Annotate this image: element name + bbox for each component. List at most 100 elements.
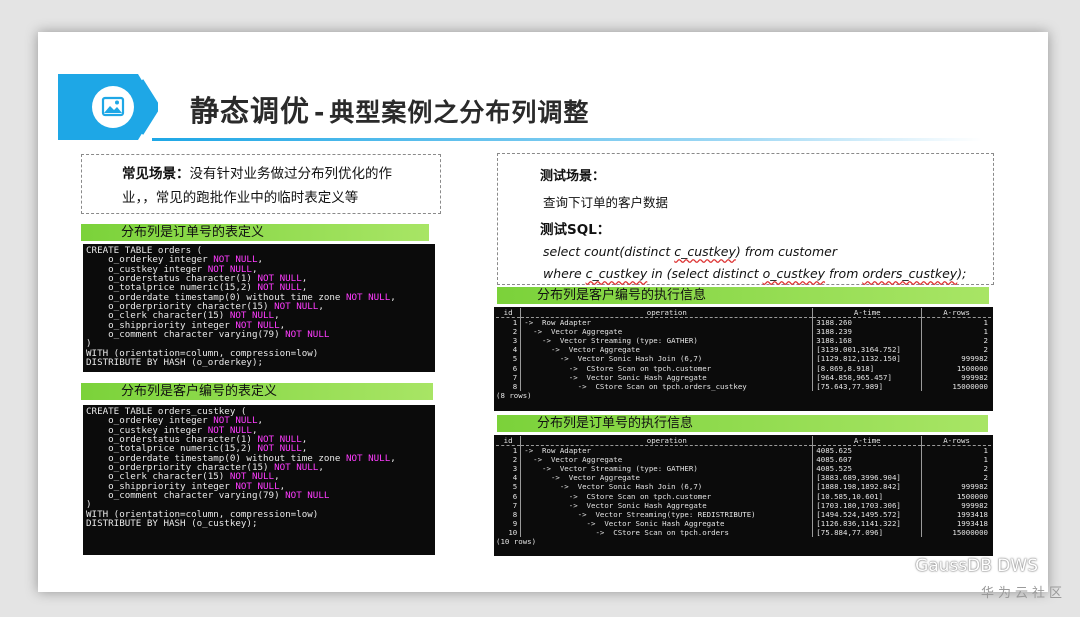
plan-cell: 999982: [921, 354, 991, 364]
plan-row: 7 -> Vector Sonic Hash Aggregate [964.858…: [496, 372, 991, 382]
plan-cell: 3: [512, 336, 518, 346]
plan-cell: -> Vector Sonic Hash Join (6,7): [520, 354, 813, 364]
plan-cell: [1888.198,1892.842]: [812, 482, 922, 492]
plan-cell: 6: [512, 363, 518, 373]
plan-cell: -> Vector Sonic Hash Aggregate: [520, 500, 813, 510]
plan-cell: -> Vector Sonic Hash Aggregate: [520, 372, 813, 382]
plan-row-count: (10 rows): [496, 537, 537, 547]
plan-header-row: id operation A-time A-rows: [496, 436, 991, 447]
scenario-text-1: 没有针对业务做过分布列优化的作: [189, 166, 393, 182]
ddl-line: DISTRIBUTE BY HASH (o_custkey);: [86, 518, 258, 530]
plan-row: 5 -> Vector Sonic Hash Join (6,7) [1888.1…: [496, 482, 991, 492]
plan-cell: [8.869,8.918]: [812, 363, 922, 373]
plan-column-header: id: [496, 436, 521, 447]
plan-row-count: (8 rows): [496, 390, 532, 400]
plan-cell: [10.585,10.601]: [812, 491, 922, 501]
plan-row: 7 -> Vector Sonic Hash Aggregate [1703.18…: [496, 500, 991, 510]
title-main: 静态调优: [190, 94, 311, 128]
plan-cell: -> Vector Sonic Hash Aggregate: [520, 518, 813, 528]
ddl-line: o_comment character varying(79) NOT NULL: [86, 329, 330, 341]
plan-cell: -> Vector Aggregate: [520, 455, 813, 465]
section-plan-orderkey: 分布列是订单号的执行信息: [497, 415, 988, 432]
plan-cell: 1: [921, 317, 991, 328]
plan-cell: [75.884,77.096]: [812, 527, 922, 538]
plan-cell: 9: [512, 518, 518, 528]
plan-cell: -> Vector Sonic Hash Join (6,7): [520, 482, 813, 492]
test-sql-line-1: select count(distinct c_custkey) from cu…: [543, 244, 837, 259]
plan-cell: 3188.239: [812, 327, 922, 337]
plan-row: 4 -> Vector Aggregate [3883.689,3996.904]…: [496, 473, 991, 483]
plan-table: id operation A-time A-rows 1 -> Row Adapter 40…: [496, 436, 991, 538]
plan-cell: 1500000: [921, 363, 991, 373]
plan-cell: 8: [512, 509, 518, 519]
plan-cell: 1: [921, 445, 991, 456]
plan-cell: [3883.689,3996.904]: [812, 473, 922, 483]
plan-row: 4 -> Vector Aggregate [3139.001,3164.752]…: [496, 345, 991, 355]
plan-column-header: id: [496, 308, 521, 319]
plan-column-header: operation: [520, 308, 813, 319]
plan-row: 10 -> CStore Scan on tpch.orders [75.884,…: [496, 527, 991, 538]
plan-cell: 10: [508, 527, 518, 537]
plan-cell: 7: [512, 372, 518, 382]
plan-row: 8 -> CStore Scan on tpch.orders_custkey[…: [496, 381, 991, 391]
plan-cell: 6: [512, 491, 518, 501]
plan-cell: 2: [921, 336, 991, 346]
plan-cell: [3139.001,3164.752]: [812, 345, 922, 355]
plan-cell: 15000000: [921, 527, 991, 538]
plan-cell: 5: [512, 354, 518, 364]
plan-cell: [1126.836,1141.322]: [812, 518, 922, 528]
title-separator: -: [314, 98, 326, 127]
plan-column-header: A-rows: [921, 308, 991, 319]
plan-row: 5 -> Vector Sonic Hash Join (6,7) [1129.8…: [496, 354, 991, 364]
plan-orderkey-terminal: id operation A-time A-rows 1 -> Row Adapter 40…: [494, 435, 993, 556]
plan-cell: 1: [921, 327, 991, 337]
scenario-text-2: 业，，常见的跑批作业中的临时表定义等: [122, 190, 359, 206]
plan-cell: [75.643,77.989]: [812, 381, 922, 391]
plan-cell: 1: [921, 455, 991, 465]
test-sql-label: 测试SQL：: [540, 222, 611, 238]
plan-cell: 8: [512, 381, 518, 391]
plan-cell: 4085.625: [812, 445, 922, 456]
plan-cell: 2: [512, 327, 518, 337]
plan-cell: 2: [921, 473, 991, 483]
section-def-orderkey: 分布列是订单号的表定义: [81, 224, 429, 241]
test-scenario-label: 测试场景：: [540, 169, 606, 184]
plan-cell: -> Row Adapter: [520, 317, 813, 328]
watermark-community: 华为云社区: [980, 586, 1066, 601]
plan-cell: 4085.525: [812, 464, 922, 474]
scenario-box-left: 常见场景：没有针对业务做过分布列优化的作 业，，常见的跑批作业中的临时表定义等: [81, 154, 441, 214]
plan-cell: 5: [512, 482, 518, 492]
plan-row: 3 -> Vector Streaming (type: GATHER) 3188…: [496, 336, 991, 346]
plan-row: 6 -> CStore Scan on tpch.customer [10.585…: [496, 491, 991, 501]
test-sql-line-2: where c_custkey in (select distinct o_cu…: [543, 266, 967, 281]
plan-cell: [1703.180,1703.306]: [812, 500, 922, 510]
plan-cell: 1993418: [921, 518, 991, 528]
section-def-custkey: 分布列是客户编号的表定义: [81, 383, 433, 400]
plan-row: 3 -> Vector Streaming (type: GATHER) 4085…: [496, 464, 991, 474]
plan-cell: 3: [512, 464, 518, 474]
plan-row: 1 -> Row Adapter 4085.625 1: [496, 445, 991, 456]
plan-cell: 3188.168: [812, 336, 922, 346]
plan-cell: 1: [512, 446, 518, 456]
plan-column-header: A-rows: [921, 436, 991, 447]
plan-cell: -> Vector Aggregate: [520, 327, 813, 337]
scenario-box-right: 测试场景： 查询下订单的客户数据 测试SQL： select count(dis…: [497, 153, 994, 285]
ddl-line: DISTRIBUTE BY HASH (o_orderkey);: [86, 357, 264, 369]
watermark: GaussDB DWS: [883, 556, 1038, 576]
plan-cell: 4: [512, 473, 518, 483]
plan-cell: 1993418: [921, 509, 991, 519]
plan-cell: 4085.607: [812, 455, 922, 465]
plan-cell: [964.858,965.457]: [812, 372, 922, 382]
plan-cell: -> CStore Scan on tpch.customer: [520, 491, 813, 501]
plan-cell: -> Vector Streaming (type: GATHER): [520, 336, 813, 346]
plan-row: 9 -> Vector Sonic Hash Aggregate [1126.83…: [496, 518, 991, 528]
page-title: 静态调优 - 典型案例之分布列调整: [190, 88, 589, 130]
plan-cell: -> CStore Scan on tpch.customer: [520, 363, 813, 373]
scenario-label: 常见场景：: [122, 166, 190, 182]
plan-cell: 15000000: [921, 381, 991, 391]
plan-row: 1 -> Row Adapter 3188.260 1: [496, 317, 991, 328]
plan-column-header: A-time: [812, 436, 922, 447]
plan-cell: [1129.812,1132.150]: [812, 354, 922, 364]
plan-cell: 999982: [921, 482, 991, 492]
watermark-brand: GaussDB DWS: [915, 556, 1038, 576]
